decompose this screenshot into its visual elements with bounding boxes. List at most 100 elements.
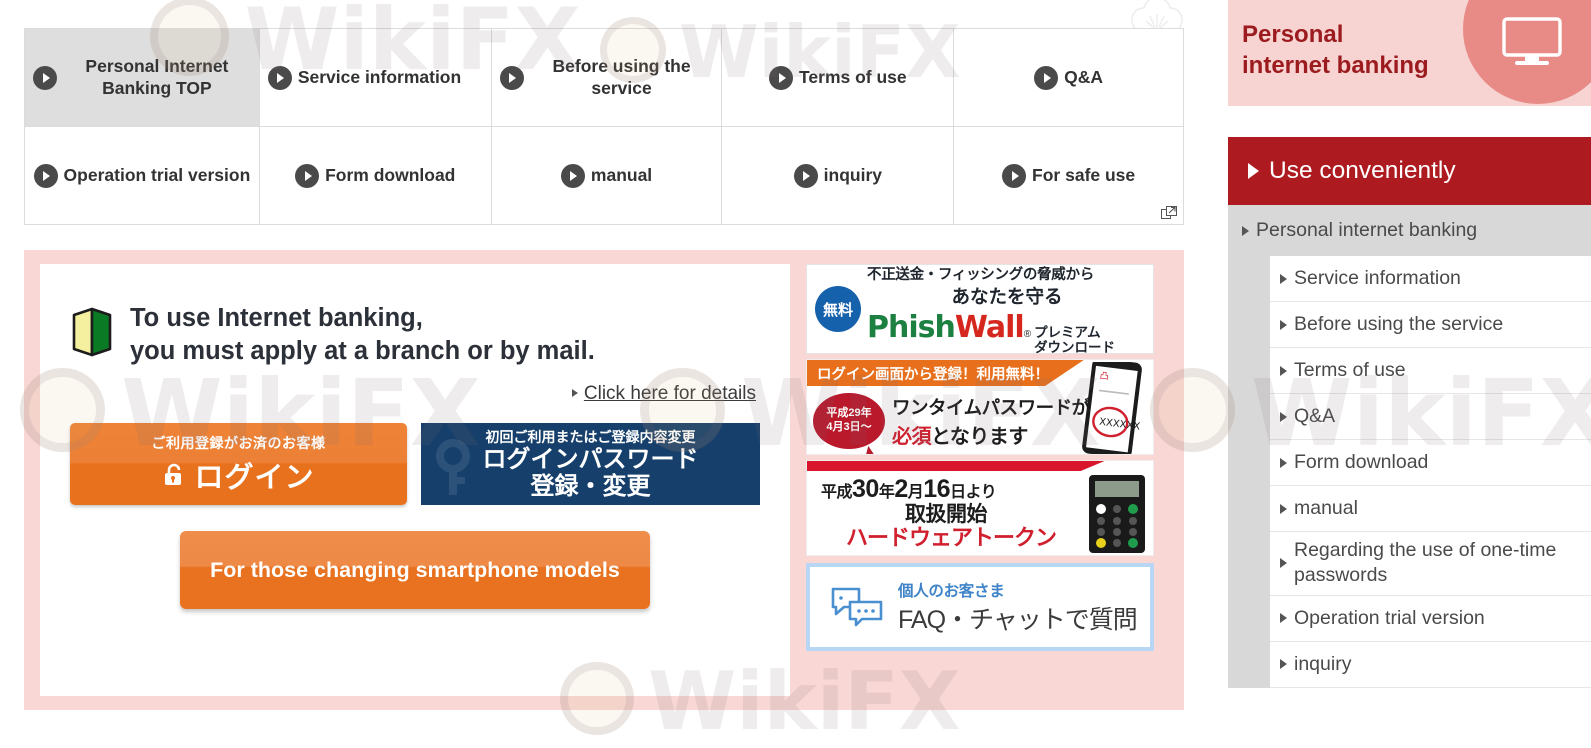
nav-cell-label: For safe use: [1032, 164, 1136, 185]
nav-cell-terms-of-use[interactable]: Terms of use: [721, 28, 955, 127]
sidebar-section-bar-label: Use conveniently: [1269, 157, 1456, 184]
triangle-bullet-icon: [1280, 411, 1287, 422]
nav-cell-inner: Form download: [260, 127, 491, 224]
nav-cell-before-using-the-service[interactable]: Before using the service: [490, 28, 723, 127]
nav-cell-label: Terms of use: [799, 66, 907, 87]
sidebar-item-service-information[interactable]: Service information: [1270, 256, 1591, 302]
sidebar-item-form-download[interactable]: Form download: [1270, 440, 1591, 486]
onetime-line-1: ワンタイムパスワードが: [892, 396, 1090, 418]
onetime-password-banner[interactable]: ログイン画面から登録！利用無料！ 平成29年 4月3日〜 ワンタイムパスワードが…: [806, 359, 1154, 455]
sidebar-item-label: Q&A: [1294, 404, 1336, 427]
hardware-token-banner[interactable]: 平成30年2月16日より 取扱開始 ハードウェアトークン: [806, 460, 1154, 556]
phishwall-tag-1: プレミアム: [1034, 325, 1101, 341]
nav-cell-label: Before using the service: [552, 55, 691, 98]
sidebar-item-inquiry[interactable]: inquiry: [1270, 642, 1591, 688]
circle-play-icon: [33, 65, 57, 90]
sidebar-item-personal-internet-banking[interactable]: Personal internet banking: [1228, 205, 1591, 256]
token-line-2: 取扱開始: [905, 503, 988, 526]
phishwall-logo: Phish Wall ® プレミアム ダウンロード: [867, 310, 1147, 354]
faq-chat-banner[interactable]: 個人のお客さま FAQ・チャットで質問: [806, 563, 1154, 651]
headline-text: To use Internet banking, you must apply …: [130, 302, 595, 367]
faq-line-2: FAQ・チャットで質問: [898, 605, 1138, 634]
headline-line-2: you must apply at a branch or by mail.: [130, 336, 595, 365]
triangle-bullet-icon: [1280, 319, 1287, 330]
sidebar-item-operation-trial-version[interactable]: Operation trial version: [1270, 596, 1591, 642]
circle-play-icon: [267, 65, 292, 90]
triangle-bullet-icon: [1280, 457, 1287, 468]
nav-cell-inner: manual: [492, 127, 722, 224]
triangle-bullet-icon: [1242, 225, 1249, 236]
sidebar-top-item-label: Personal internet banking: [1256, 219, 1478, 241]
main-content-frame: To use Internet banking, you must apply …: [24, 250, 1184, 710]
onetime-line-2-emphasis: 必須: [892, 425, 932, 448]
nav-cell-inner: Service information: [260, 29, 491, 126]
nav-table-body: Personal Internet Banking TOP Service in…: [24, 28, 1184, 225]
phishwall-banner[interactable]: 無料 不正送金・フィッシングの脅威から あなたを守る Phish Wall ® …: [806, 264, 1154, 354]
sidebar-item-label: Before using the service: [1294, 312, 1504, 335]
sidebar-item-terms-of-use[interactable]: Terms of use: [1270, 348, 1591, 394]
login-button-label: ログイン: [194, 461, 315, 494]
nav-cell-inquiry[interactable]: inquiry: [721, 126, 955, 225]
login-button-subtitle: ご利用登録がお済のお客様: [151, 434, 326, 451]
onetime-banner-text: ワンタイムパスワードが 必須となります: [892, 394, 1090, 449]
date-bubble-line-2: 4月3日〜: [826, 421, 872, 433]
faq-banner-text: 個人のお客さま FAQ・チャットで質問: [898, 579, 1138, 636]
external-link-icon: [1161, 206, 1177, 219]
details-row: Click here for details: [70, 383, 760, 405]
nav-table-row: Personal Internet Banking TOP Service in…: [24, 28, 1184, 127]
nav-table-row: Operation trial version Form download ma…: [24, 126, 1184, 225]
smartphone-change-button[interactable]: For those changing smartphone models: [180, 531, 650, 610]
nav-cell-operation-trial-version[interactable]: Operation trial version: [24, 126, 260, 225]
nav-cell-manual[interactable]: manual: [490, 126, 723, 225]
login-button[interactable]: ご利用登録がお済のお客様 ログイン: [70, 423, 408, 506]
nav-cell-label: manual: [590, 164, 653, 185]
phishwall-line-1: 不正送金・フィッシングの脅威から: [867, 267, 1094, 284]
date-bubble: 平成29年 4月3日〜: [813, 393, 885, 449]
nav-cell-label: Q&A: [1064, 66, 1104, 87]
registered-mark: ®: [1023, 329, 1032, 341]
sidebar-item-qa[interactable]: Q&A: [1270, 394, 1591, 440]
chat-bubbles-icon: [831, 587, 883, 627]
sidebar-item-label: manual: [1294, 496, 1358, 519]
token-banner-top-bar: [807, 461, 1105, 471]
headline-row: To use Internet banking, you must apply …: [70, 302, 760, 367]
sidebar-item-label: inquiry: [1294, 652, 1352, 675]
date-bubble-line-1: 平成29年: [826, 407, 872, 420]
nav-cell-qa[interactable]: Q&A: [953, 28, 1184, 127]
sidebar-item-one-time-passwords[interactable]: Regarding the use of one-time passwords: [1270, 532, 1591, 596]
phishwall-tag-2: ダウンロード: [1034, 339, 1116, 354]
smartphone-illustration-icon: 凸 XXXXXX: [1082, 362, 1142, 454]
circle-play-icon: [560, 163, 585, 188]
hardware-token-device-icon: [1089, 475, 1145, 553]
triangle-bullet-icon: [1280, 558, 1287, 569]
circle-play-icon: [295, 163, 320, 188]
password-register-button[interactable]: 初回ご利用またはご登録内容変更 ログインパスワード 登録・変更: [421, 423, 760, 506]
sidebar-section-bar[interactable]: Use conveniently: [1228, 137, 1591, 205]
nav-cell-for-safe-use[interactable]: For safe use: [953, 126, 1184, 225]
sidebar-sub-list: Service information Before using the ser…: [1270, 256, 1591, 688]
nav-cell-inner: Before using the service: [492, 29, 722, 126]
phishwall-line-2: あなたを守る: [951, 286, 1063, 308]
circle-play-icon: [1034, 65, 1059, 90]
token-era-prefix: 平成: [821, 484, 853, 501]
token-month-unit: 月: [907, 484, 924, 501]
nav-cell-inner: Terms of use: [722, 29, 953, 126]
unlocked-padlock-icon: [164, 463, 181, 485]
onetime-banner-header: ログイン画面から登録！利用無料！: [807, 360, 1084, 386]
content-left-panel: To use Internet banking, you must apply …: [40, 264, 790, 696]
sidebar-item-before-using-the-service[interactable]: Before using the service: [1270, 302, 1591, 348]
password-button-line-2: 登録・変更: [530, 473, 651, 501]
free-badge: 無料: [815, 286, 861, 332]
triangle-bullet-icon: [571, 389, 578, 398]
nav-cell-service-information[interactable]: Service information: [258, 28, 492, 127]
sidebar-item-manual[interactable]: manual: [1270, 486, 1591, 532]
nav-cell-inner: Q&A: [954, 29, 1183, 126]
nav-cell-inner: For safe use: [954, 127, 1183, 224]
nav-cell-personal-internet-banking-top[interactable]: Personal Internet Banking TOP: [24, 28, 260, 127]
sidebar-item-label: Service information: [1294, 266, 1461, 289]
nav-cell-label: Service information: [297, 66, 462, 87]
nav-cell-form-download[interactable]: Form download: [258, 126, 492, 225]
details-link[interactable]: Click here for details: [584, 383, 756, 404]
sidebar-item-label: Form download: [1294, 450, 1429, 473]
headline-line-1: To use Internet banking,: [130, 304, 423, 332]
